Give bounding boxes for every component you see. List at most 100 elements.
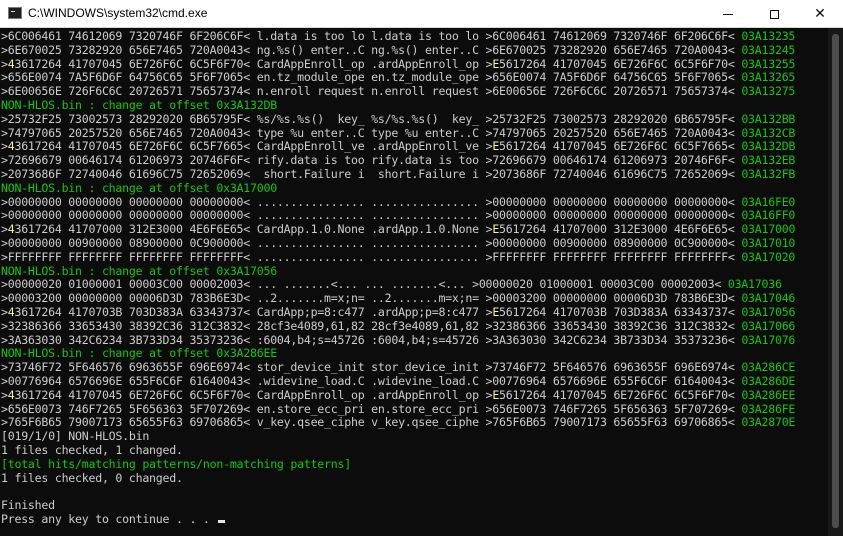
console-text: Press any key to continue . . . bbox=[1, 512, 217, 526]
console-text: 3617264 41707045 6E726F6C 6C5F6F70< Card… bbox=[14, 387, 493, 402]
console-text: NON-HLOS.bin : change at offset 0x3A1705… bbox=[1, 263, 277, 278]
console-text: >6E00656E 726F6C6C 20726571 75657374< n.… bbox=[1, 84, 742, 99]
console-addr: 03A132BB bbox=[741, 111, 796, 126]
console-addr: 03A17000 bbox=[741, 222, 796, 237]
console-line: >43617264 41707000 312E3000 4E6F6E65< Ca… bbox=[1, 222, 795, 236]
console-text: >6E670025 73282920 656E7465 720A0043< ng… bbox=[1, 42, 742, 57]
console-addr: 03A17056 bbox=[741, 305, 796, 319]
console-line: >43617264 41707045 6E726F6C 6C5F6F70< Ca… bbox=[1, 388, 795, 402]
console-addr: 03A132CB bbox=[741, 125, 796, 140]
close-button[interactable]: ✕ bbox=[797, 0, 843, 28]
console-addr: 03A17010 bbox=[741, 236, 796, 250]
console-line: >2073686F 72740046 61696C75 72652069< sh… bbox=[1, 167, 795, 181]
console-line: [019/1/0] NON-HLOS.bin bbox=[1, 429, 149, 443]
console-line: >765F6B65 79007173 65655F63 69706865< v_… bbox=[1, 415, 795, 429]
maximize-button[interactable] bbox=[751, 0, 797, 28]
console-line: >32386366 33653430 38392C36 312C3832< 28… bbox=[1, 319, 795, 333]
console-line: >25732F25 73002573 28292020 6B65795F< %s… bbox=[1, 112, 795, 126]
console-addr: 03A132EB bbox=[741, 153, 796, 168]
console-line: >6E670025 73282920 656E7465 720A0043< ng… bbox=[1, 43, 795, 57]
console-text: >656E0073 746F7265 5F656363 5F707269< en… bbox=[1, 401, 742, 416]
console-text: Finished bbox=[1, 498, 55, 513]
console-text: 1 files checked, 1 changed. bbox=[1, 443, 183, 457]
vertical-scrollbar[interactable] bbox=[828, 28, 843, 536]
console-addr: 03A17020 bbox=[741, 249, 796, 264]
console-pre: > bbox=[1, 305, 8, 319]
console-addr: 03A13255 bbox=[741, 56, 796, 71]
console-line: >00003200 00000000 00006D3D 783B6E3D< ..… bbox=[1, 291, 795, 305]
console-addr: 03A17036 bbox=[727, 277, 782, 292]
title-bar[interactable]: C:\WINDOWS\system32\cmd.exe ✕ bbox=[0, 0, 843, 28]
console-line: >6E00656E 726F6C6C 20726571 75657374< n.… bbox=[1, 84, 795, 98]
console-text: >3A363030 342C6234 3B733D34 35373236< :6… bbox=[1, 332, 742, 347]
console-text: 3617264 41707045 6E726F6C 6C5F7665< Card… bbox=[14, 139, 493, 154]
console-addr: 03A17066 bbox=[741, 318, 796, 333]
console-line: >656E0074 7A5F6D6F 64756C65 5F6F7065< en… bbox=[1, 70, 795, 84]
console-addr: 03A17046 bbox=[741, 291, 796, 306]
console-text: >32386366 33653430 38392C36 312C3832< 28… bbox=[1, 318, 742, 333]
console-addr: 03A13245 bbox=[741, 42, 796, 57]
console-addr: 03A16FE0 bbox=[741, 194, 796, 209]
console-line: NON-HLOS.bin : change at offset 0x3A1705… bbox=[1, 264, 277, 278]
console-post: 5617264 4170703B 703D383A 63343737< bbox=[499, 305, 742, 319]
console-line: 1 files checked, 0 changed. bbox=[1, 471, 183, 485]
console-text: [total hits/matching patterns/non-matchi… bbox=[1, 456, 351, 471]
console-line: >3A363030 342C6234 3B733D34 35373236< :6… bbox=[1, 333, 795, 347]
console-line: NON-HLOS.bin : change at offset 0x3A132D… bbox=[1, 98, 277, 112]
console-text: 1 files checked, 0 changed. bbox=[1, 470, 183, 485]
console-pre: > bbox=[1, 56, 8, 71]
console-line: >FFFFFFFF FFFFFFFF FFFFFFFF FFFFFFFF< ..… bbox=[1, 250, 795, 264]
window-title: C:\WINDOWS\system32\cmd.exe bbox=[28, 6, 208, 20]
console-addr: 03A16FF0 bbox=[741, 208, 796, 223]
console-text: >00000000 00000000 00000000 00000000< ..… bbox=[1, 208, 742, 223]
console-line: >00000020 01000001 00003C00 00002003< ..… bbox=[1, 277, 782, 291]
console-line: >00000000 00000000 00000000 00000000< ..… bbox=[1, 195, 795, 209]
console-text: NON-HLOS.bin : change at offset 0x3A1700… bbox=[1, 180, 277, 195]
console-text: >00000020 01000001 00003C00 00002003< ..… bbox=[1, 277, 728, 292]
console-text: >FFFFFFFF FFFFFFFF FFFFFFFF FFFFFFFF< ..… bbox=[1, 249, 742, 264]
console-addr: 03A13235 bbox=[741, 29, 796, 43]
console-line: Press any key to continue . . . bbox=[1, 512, 226, 526]
console-line: >00000000 00000000 00000000 00000000< ..… bbox=[1, 208, 795, 222]
console-line: >73746F72 5F646576 6963655F 696E6974< st… bbox=[1, 360, 795, 374]
console-line: >43617264 41707045 6E726F6C 6C5F7665< Ca… bbox=[1, 139, 795, 153]
console-output[interactable]: >6C006461 74612069 7320746F 6F206C6F< l.… bbox=[0, 28, 828, 536]
console-text: >73746F72 5F646576 6963655F 696E6974< st… bbox=[1, 360, 742, 375]
console-line: NON-HLOS.bin : change at offset 0x3A1700… bbox=[1, 181, 277, 195]
scrollbar-thumb[interactable] bbox=[832, 34, 839, 528]
cmd-icon bbox=[8, 7, 22, 19]
console-pre: > bbox=[1, 222, 8, 237]
console-text: >6C006461 74612069 7320746F 6F206C6F< l.… bbox=[1, 29, 742, 43]
console-line: >72696679 00646174 61206973 20746F6F< ri… bbox=[1, 153, 795, 167]
console-addr: 03A2870E bbox=[741, 415, 796, 430]
console-addr: 03A286FE bbox=[741, 401, 796, 416]
console-post: 5617264 41707000 312E3000 4E6F6E65< bbox=[499, 222, 742, 237]
minimize-button[interactable] bbox=[705, 0, 751, 28]
console-line: Finished bbox=[1, 498, 55, 512]
close-icon: ✕ bbox=[814, 6, 826, 22]
console-line: >74797065 20257520 656E7465 720A0043< ty… bbox=[1, 126, 795, 140]
console-addr: 03A13265 bbox=[741, 70, 796, 85]
console-addr: 03A13275 bbox=[741, 84, 796, 99]
console-addr: 03A286EE bbox=[741, 387, 796, 402]
console-line: >6C006461 74612069 7320746F 6F206C6F< l.… bbox=[1, 29, 795, 43]
maximize-icon bbox=[769, 9, 779, 19]
console-text: 3617264 41707045 6E726F6C 6C5F6F70< Card… bbox=[14, 56, 493, 71]
console-text: >00776964 6576696E 655F6C6F 61640043< .w… bbox=[1, 374, 742, 388]
console-text: >00000000 00900000 08900000 0C900000< ..… bbox=[1, 236, 742, 250]
console-text: >74797065 20257520 656E7465 720A0043< ty… bbox=[1, 125, 742, 140]
console-line: >43617264 41707045 6E726F6C 6C5F6F70< Ca… bbox=[1, 57, 795, 71]
console-line: NON-HLOS.bin : change at offset 0x3A286E… bbox=[1, 346, 277, 360]
console-text: >00000000 00000000 00000000 00000000< ..… bbox=[1, 194, 742, 209]
text-cursor bbox=[218, 520, 226, 523]
console-text: NON-HLOS.bin : change at offset 0x3A286E… bbox=[1, 346, 277, 361]
minimize-icon bbox=[723, 13, 733, 15]
console-text: [019/1/0] NON-HLOS.bin bbox=[1, 429, 150, 444]
console-text: >25732F25 73002573 28292020 6B65795F< %s… bbox=[1, 111, 742, 126]
console-addr: 03A132FB bbox=[741, 167, 796, 181]
console-post: 5617264 41707045 6E726F6C 6C5F6F70< bbox=[499, 387, 742, 402]
console-text: 3617264 4170703B 703D383A 63343737< Card… bbox=[14, 305, 493, 319]
console-text: >2073686F 72740046 61696C75 72652069< sh… bbox=[1, 167, 742, 181]
console-pre: > bbox=[1, 387, 8, 402]
console-text: >00003200 00000000 00006D3D 783B6E3D< ..… bbox=[1, 291, 742, 306]
